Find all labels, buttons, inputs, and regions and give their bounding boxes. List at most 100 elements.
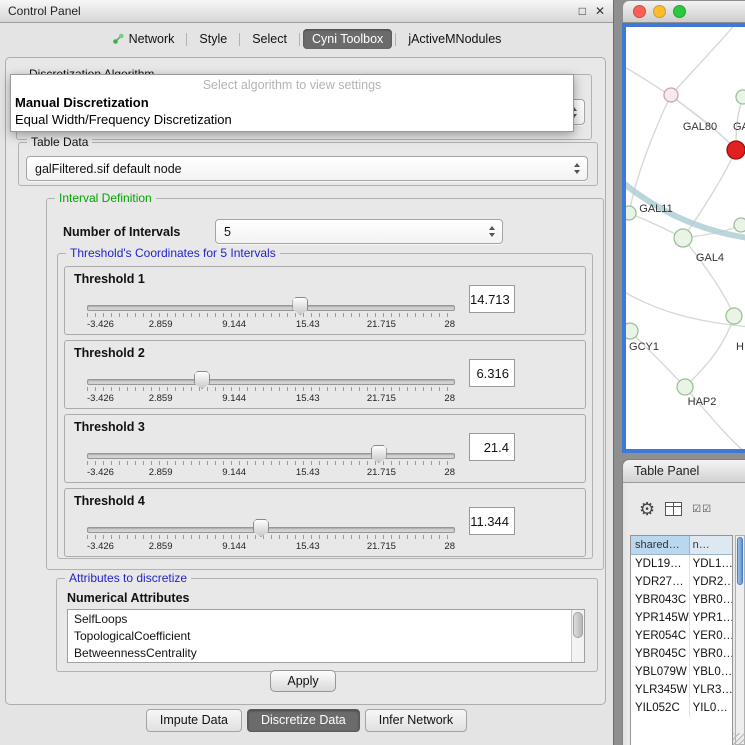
scrollbar-thumb[interactable] [737, 537, 743, 585]
network-graph[interactable]: GAL80GAGAL11GAL4GCY1HHAP2 [626, 27, 745, 453]
table-row[interactable]: YBR045CYBR0… [631, 645, 732, 663]
attributes-scrollbar[interactable] [571, 610, 584, 662]
apply-button[interactable]: Apply [270, 670, 336, 692]
table-row[interactable]: YDL19…YDL1… [631, 555, 732, 573]
tab-impute-data[interactable]: Impute Data [146, 709, 242, 732]
dropdown-option-equal-width-frequency[interactable]: Equal Width/Frequency Discretization [11, 111, 573, 128]
threshold-value-field[interactable] [469, 359, 515, 387]
threshold-slider[interactable]: -3.4262.8599.14415.4321.71528 [87, 297, 455, 331]
slider-tick-marks [87, 535, 455, 539]
select-columns-checkboxes-icon[interactable]: ☑☑ [692, 504, 712, 515]
table-row[interactable]: YPR145WYPR1… [631, 609, 732, 627]
tab-discretize-data[interactable]: Discretize Data [247, 709, 360, 732]
cell-shared-name: YER054C [631, 627, 690, 645]
thresholds-group-title: Threshold's Coordinates for 5 Intervals [66, 246, 280, 260]
interval-group-title: Interval Definition [55, 191, 156, 205]
table-panel-title: Table Panel [634, 464, 699, 478]
scale-tick-label: 9.144 [222, 319, 246, 330]
table-row[interactable]: YIL052CYIL0… [631, 699, 732, 717]
network-node[interactable] [677, 379, 693, 395]
table-data-group-title: Table Data [27, 135, 92, 149]
network-node[interactable] [674, 229, 692, 247]
close-traffic-light-icon[interactable] [633, 5, 646, 18]
node-label: HAP2 [688, 396, 717, 408]
scrollbar-thumb[interactable] [573, 612, 583, 638]
network-node[interactable] [734, 218, 745, 232]
table-row[interactable]: YBR043CYBR0… [631, 591, 732, 609]
combobox-arrows-icon [485, 226, 502, 237]
table-panel-body: ⚙ ☑☑ shared… n… YDL19…YDL1…YDR27…YDR2…YB… [627, 483, 745, 745]
network-node[interactable] [726, 308, 742, 324]
table-data-combobox[interactable]: galFiltered.sif default node [26, 156, 588, 181]
column-header-shared-name[interactable]: shared… [631, 536, 690, 554]
settings-gear-icon[interactable]: ⚙ [639, 500, 655, 518]
attributes-group-title: Attributes to discretize [65, 571, 191, 585]
number-of-intervals-label: Number of Intervals [63, 225, 180, 239]
network-node[interactable] [727, 141, 745, 159]
tab-infer-network[interactable]: Infer Network [365, 709, 467, 732]
attribute-item[interactable]: SelfLoops [74, 611, 584, 628]
tab-label: jActiveMNodules [408, 32, 501, 46]
table-row[interactable]: YLR345WYLR3… [631, 681, 732, 699]
close-icon[interactable]: ✕ [595, 4, 605, 18]
resize-grip[interactable] [733, 733, 745, 745]
attributes-list[interactable]: SelfLoopsTopologicalCoefficientBetweenne… [67, 609, 585, 663]
node-label: GAL4 [696, 252, 724, 264]
control-panel-titlebar[interactable]: Control Panel □ ✕ [0, 0, 613, 23]
network-edge [671, 27, 741, 95]
table-row[interactable]: YDR27…YDR2… [631, 573, 732, 591]
table-panel-titlebar[interactable]: Table Panel [623, 460, 745, 483]
tab-separator [299, 33, 300, 46]
cell-shared-name: YBL079W [631, 663, 690, 681]
network-node[interactable] [736, 90, 745, 104]
thresholds-group: Threshold's Coordinates for 5 Intervals … [57, 253, 593, 559]
node-table[interactable]: shared… n… YDL19…YDL1…YDR27…YDR2…YBR043C… [630, 535, 733, 745]
threshold-value-field[interactable] [469, 507, 515, 535]
attribute-item[interactable]: TopologicalCoefficient [74, 628, 584, 645]
dropdown-option-manual-discretization[interactable]: Manual Discretization [11, 94, 573, 111]
scale-tick-label: 9.144 [222, 467, 246, 478]
number-of-intervals-combobox[interactable]: 5 [215, 219, 503, 244]
network-node[interactable] [626, 323, 638, 339]
table-panel-window: Table Panel ⚙ ☑☑ shared… n… YDL19…YDL1…Y… [622, 459, 745, 745]
table-row[interactable]: YER054CYER0… [631, 627, 732, 645]
cell-name: YLR3… [690, 681, 732, 699]
minimize-traffic-light-icon[interactable] [653, 5, 666, 18]
cell-name: YPR1… [690, 609, 732, 627]
threshold-slider[interactable]: -3.4262.8599.14415.4321.71528 [87, 371, 455, 405]
tab-network[interactable]: Network [103, 29, 184, 49]
float-window-icon[interactable]: □ [579, 4, 586, 18]
threshold-value-field[interactable] [469, 433, 515, 461]
network-canvas[interactable]: GAL80GAGAL11GAL4GCY1HHAP2 [622, 23, 745, 453]
zoom-traffic-light-icon[interactable] [673, 5, 686, 18]
attribute-item[interactable]: BetweennessCentrality [74, 645, 584, 662]
scale-tick-label: -3.426 [87, 467, 114, 478]
scale-tick-label: 15.43 [296, 541, 320, 552]
tab-style[interactable]: Style [190, 29, 236, 49]
tab-label: Cyni Toolbox [312, 32, 383, 46]
network-window-titlebar[interactable] [622, 0, 745, 23]
threshold-slider[interactable]: -3.4262.8599.14415.4321.71528 [87, 519, 455, 553]
table-toolbar: ⚙ ☑☑ [627, 483, 745, 535]
scale-tick-label: -3.426 [87, 541, 114, 552]
scale-tick-label: 28 [444, 467, 455, 478]
tab-select[interactable]: Select [243, 29, 296, 49]
column-header-name[interactable]: n… [690, 536, 732, 554]
table-scrollbar[interactable] [735, 535, 745, 745]
network-node[interactable] [626, 206, 636, 220]
threshold-slider[interactable]: -3.4262.8599.14415.4321.71528 [87, 445, 455, 479]
scale-tick-label: 15.43 [296, 319, 320, 330]
scale-tick-label: 9.144 [222, 541, 246, 552]
cell-name: YBR0… [690, 645, 732, 663]
tab-separator [186, 33, 187, 46]
threshold-value-field[interactable] [469, 285, 515, 313]
table-row[interactable]: YBL079WYBL0… [631, 663, 732, 681]
table-header-row: shared… n… [631, 536, 732, 555]
network-node[interactable] [664, 88, 678, 102]
cell-shared-name: YDL19… [631, 555, 690, 573]
tab-cyni-toolbox[interactable]: Cyni Toolbox [303, 29, 392, 49]
threshold-panel: Threshold 4-3.4262.8599.14415.4321.71528 [64, 488, 586, 557]
show-columns-icon[interactable] [665, 502, 682, 516]
tab-jactivemnodules[interactable]: jActiveMNodules [399, 29, 510, 49]
slider-track [87, 379, 455, 385]
